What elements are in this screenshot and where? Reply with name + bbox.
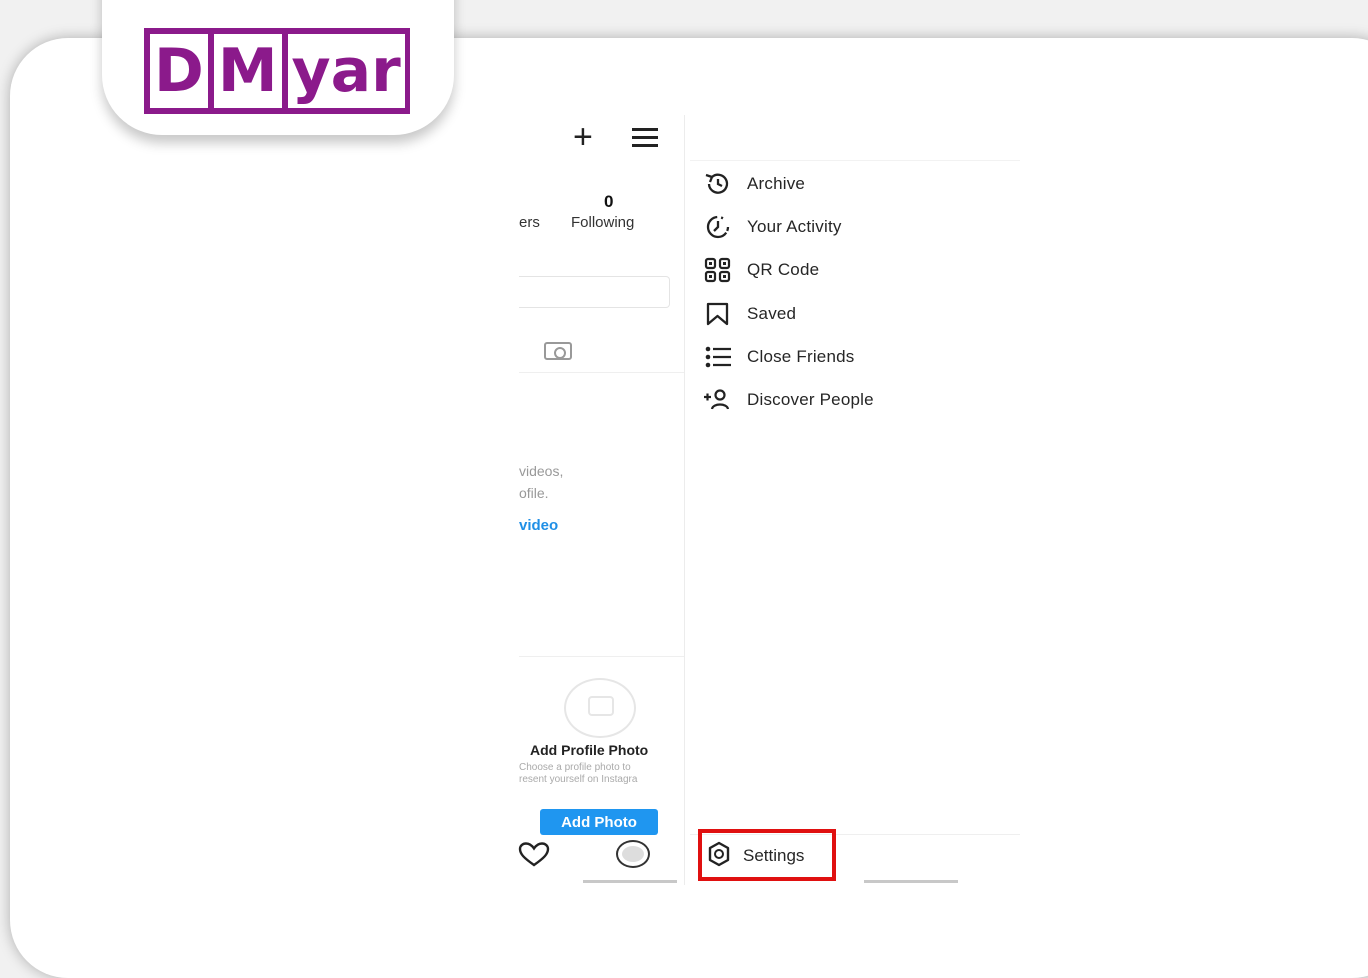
tab-divider [519,372,684,373]
menu-item-qr-code[interactable]: QR Code [703,254,819,286]
menu-header-divider [690,160,1020,161]
menu-item-archive[interactable]: Archive [703,168,805,200]
logo-letter-d: D [154,36,204,106]
logo-letter-m: M [217,36,278,106]
camera-icon [564,678,636,738]
following-count[interactable]: 0 [604,192,613,212]
edit-profile-button[interactable] [519,276,670,308]
empty-state-text-1: videos, [519,463,564,479]
menu-item-saved[interactable]: Saved [703,298,796,330]
add-profile-subtitle-2: resent yourself on Instagra [519,774,638,785]
activity-icon [703,214,735,240]
menu-item-label: Saved [747,304,797,323]
profile-avatar-tab[interactable] [616,840,650,868]
add-person-icon [703,387,735,413]
menu-item-close-friends[interactable]: Close Friends [703,341,854,373]
home-indicator-left [583,880,677,883]
menu-item-your-activity[interactable]: Your Activity [703,211,842,243]
tagged-photos-icon[interactable] [544,342,572,360]
new-post-plus-icon[interactable]: + [573,120,593,154]
hamburger-menu-icon[interactable] [632,128,658,152]
panel-divider [684,115,685,885]
heart-icon[interactable] [518,842,550,873]
home-indicator-right [864,880,958,883]
list-icon [703,344,735,370]
archive-icon [703,171,735,197]
bookmark-icon [703,301,735,327]
logo-letters-yar: yar [291,36,401,106]
menu-item-discover-people[interactable]: Discover People [703,384,874,416]
menu-item-label: Close Friends [747,347,855,366]
share-video-link[interactable]: video [519,517,558,534]
menu-item-label: Your Activity [747,217,842,236]
menu-item-label: Archive [747,174,806,193]
qr-code-icon [703,257,735,283]
menu-item-label: Discover People [747,390,874,409]
following-label[interactable]: Following [571,214,634,231]
empty-state-text-2: ofile. [519,485,549,501]
followers-label[interactable]: ers [519,214,540,231]
settings-highlight-box [698,829,836,881]
add-profile-photo-title: Add Profile Photo [530,742,649,758]
add-photo-button[interactable]: Add Photo [540,809,658,835]
section-divider [519,656,684,657]
dmyar-logo: D M yar [144,28,410,114]
menu-item-label: QR Code [747,260,820,279]
add-profile-subtitle-1: Choose a profile photo to [519,762,631,773]
